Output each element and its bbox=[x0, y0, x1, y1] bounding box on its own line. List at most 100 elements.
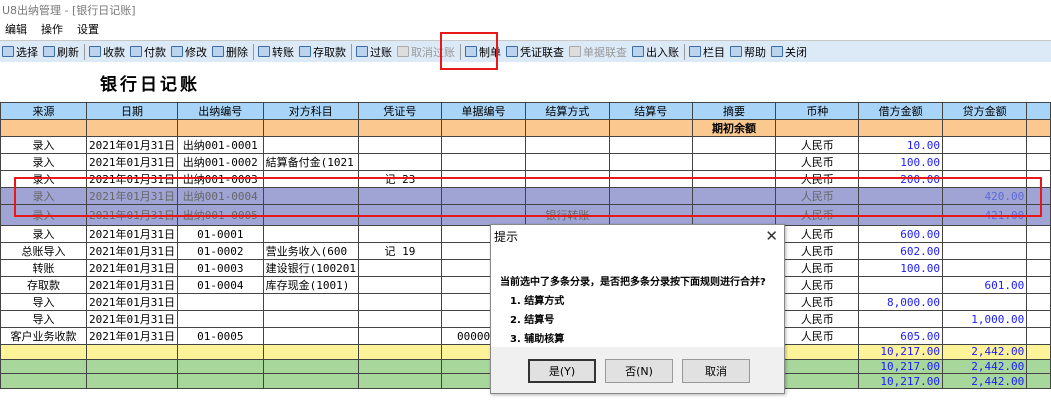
rule-item: 3. 辅助核算 bbox=[510, 334, 565, 345]
table-cell bbox=[941, 153, 1028, 171]
table-cell bbox=[176, 358, 264, 375]
column-header[interactable]: 日期 bbox=[85, 102, 178, 120]
table-cell bbox=[357, 358, 442, 375]
select-button[interactable]: 选择 bbox=[2, 44, 38, 60]
table-cell: 2021年01月31日 bbox=[85, 293, 178, 311]
toolbar-label: 转账 bbox=[272, 45, 294, 59]
table-cell bbox=[608, 119, 693, 137]
column-header[interactable]: 来源 bbox=[0, 102, 87, 120]
table-cell bbox=[1026, 344, 1051, 360]
columns-icon bbox=[689, 46, 701, 57]
help-icon bbox=[730, 46, 742, 57]
table-cell bbox=[176, 119, 264, 137]
table-cell bbox=[1026, 373, 1051, 390]
menu-operate[interactable]: 操作 bbox=[41, 21, 63, 37]
post-button[interactable]: 过账 bbox=[356, 44, 392, 60]
table-cell: 期初余额 bbox=[691, 119, 777, 137]
table-cell bbox=[1026, 358, 1051, 375]
table-cell bbox=[440, 136, 527, 154]
column-header[interactable]: 结算号 bbox=[608, 102, 693, 120]
table-cell bbox=[262, 344, 359, 360]
table-cell: 库存现金(1001) bbox=[262, 276, 359, 294]
help-button[interactable]: 帮助 bbox=[730, 44, 766, 60]
receive-icon bbox=[89, 46, 101, 57]
toolbar-label: 收款 bbox=[103, 45, 125, 59]
table-cell bbox=[1026, 310, 1051, 328]
document-query-button[interactable]: 单据联查 bbox=[569, 44, 627, 60]
delete-button[interactable]: 删除 bbox=[212, 44, 248, 60]
table-cell: 录入 bbox=[0, 136, 87, 154]
voucher-query-button[interactable]: 凭证联查 bbox=[506, 44, 564, 60]
column-header[interactable]: 对方科目 bbox=[262, 102, 359, 120]
table-cell: 10.00 bbox=[858, 136, 943, 154]
cancel-button[interactable]: 取消 bbox=[682, 359, 750, 383]
pay-icon bbox=[130, 46, 142, 57]
table-cell: 存取款 bbox=[0, 276, 87, 294]
no-button[interactable]: 否(N) bbox=[605, 359, 673, 383]
table-cell bbox=[1026, 276, 1051, 294]
edit-button[interactable]: 修改 bbox=[171, 44, 207, 60]
yes-button[interactable]: 是(Y) bbox=[528, 359, 596, 383]
table-cell bbox=[357, 276, 442, 294]
close-icon bbox=[771, 46, 783, 57]
menu-settings[interactable]: 设置 bbox=[77, 21, 99, 37]
table-cell bbox=[691, 153, 777, 171]
deposit-button[interactable]: 存取款 bbox=[299, 44, 346, 60]
toolbar-label: 单据联查 bbox=[583, 45, 627, 59]
menu-bar: 编辑 操作 设置 bbox=[5, 21, 99, 37]
table-cell bbox=[941, 293, 1028, 311]
rule-item: 2. 结算号 bbox=[510, 315, 555, 326]
table-cell: 2,442.00 bbox=[941, 344, 1028, 360]
column-header[interactable]: 单据编号 bbox=[440, 102, 527, 120]
table-row[interactable]: 录入 2021年01月31日 出纳001-0001 人民币 10.00 bbox=[0, 136, 1051, 154]
table-cell bbox=[941, 242, 1028, 260]
receive-button[interactable]: 收款 bbox=[89, 44, 125, 60]
table-row[interactable]: 录入 2021年01月31日 出纳001-0002 結算备付金(1021 人民币 100.… bbox=[0, 153, 1051, 171]
column-header[interactable]: 结算方式 bbox=[525, 102, 610, 120]
table-cell bbox=[262, 310, 359, 328]
opening-balance-row[interactable]: 期初余额 bbox=[0, 119, 1051, 137]
transfer-button[interactable]: 转账 bbox=[258, 44, 294, 60]
pay-button[interactable]: 付款 bbox=[130, 44, 166, 60]
toolbar-label: 选择 bbox=[16, 45, 38, 59]
columns-button[interactable]: 栏目 bbox=[689, 44, 725, 60]
column-header[interactable]: 币种 bbox=[775, 102, 860, 120]
table-cell: 录入 bbox=[0, 153, 87, 171]
close-button[interactable]: 关闭 bbox=[771, 44, 807, 60]
table-cell: 出纳001-0002 bbox=[176, 153, 264, 171]
column-header[interactable]: 贷方金额 bbox=[941, 102, 1028, 120]
table-cell bbox=[262, 327, 359, 345]
table-cell: 建设银行(100201 bbox=[262, 259, 359, 277]
table-cell bbox=[357, 373, 442, 390]
table-cell: 营业务收入(600 bbox=[262, 242, 359, 260]
table-cell bbox=[941, 119, 1028, 137]
table-cell: 2021年01月31日 bbox=[85, 276, 178, 294]
close-icon[interactable]: ✕ bbox=[765, 227, 778, 245]
table-cell: 出纳001-0001 bbox=[176, 136, 264, 154]
dialog-message: 当前选中了多条分录，是否把多条分录按下面规则进行合并? bbox=[500, 277, 766, 288]
table-cell bbox=[608, 136, 693, 154]
column-header[interactable]: 凭证号 bbox=[357, 102, 442, 120]
column-header[interactable]: 摘要 bbox=[691, 102, 777, 120]
menu-edit[interactable]: 编辑 bbox=[5, 21, 27, 37]
table-cell bbox=[262, 136, 359, 154]
table-cell: 人民币 bbox=[775, 242, 860, 260]
rule-item: 1. 结算方式 bbox=[510, 296, 565, 307]
refresh-button[interactable]: 刷新 bbox=[43, 44, 79, 60]
in-out-icon bbox=[632, 46, 644, 57]
column-header[interactable]: 借方金额 bbox=[858, 102, 943, 120]
column-header[interactable]: 出纳编号 bbox=[176, 102, 264, 120]
table-cell: 10,217.00 bbox=[858, 358, 943, 375]
toolbar-label: 付款 bbox=[144, 45, 166, 59]
table-cell: 2021年01月31日 bbox=[85, 153, 178, 171]
table-cell: 8,000.00 bbox=[858, 293, 943, 311]
table-cell: 2021年01月31日 bbox=[85, 259, 178, 277]
column-header[interactable] bbox=[1026, 102, 1051, 120]
table-cell bbox=[608, 153, 693, 171]
table-cell: 2021年01月31日 bbox=[85, 136, 178, 154]
table-cell: 100.00 bbox=[858, 259, 943, 277]
table-cell bbox=[440, 153, 527, 171]
in-out-button[interactable]: 出入账 bbox=[632, 44, 679, 60]
table-cell bbox=[262, 373, 359, 390]
toolbar-label: 存取款 bbox=[313, 45, 346, 59]
